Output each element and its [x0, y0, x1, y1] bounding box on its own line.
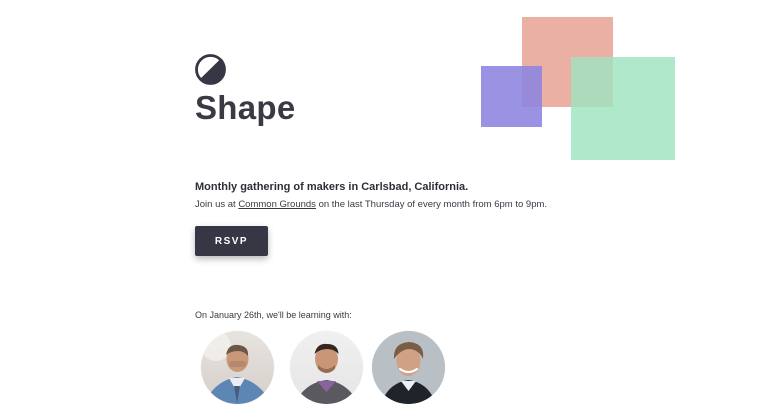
speaker-photo: [297, 343, 356, 404]
brand-title: Shape: [195, 89, 296, 126]
venue-link[interactable]: Common Grounds: [238, 199, 316, 210]
speaker-card: [201, 331, 274, 412]
speaker-avatar: [290, 331, 363, 404]
speaker-photo: [372, 331, 445, 404]
speakers-intro: On January 26th, we'll be learning with:: [195, 310, 352, 320]
decorative-green-square: [571, 57, 675, 160]
speaker-avatar: [372, 331, 445, 404]
speaker-card: [290, 331, 363, 412]
shape-logo-icon: [195, 54, 226, 85]
landing-page: Shape Monthly gathering of makers in Car…: [0, 0, 780, 412]
speaker-card: [372, 331, 445, 412]
speakers-list: [201, 331, 461, 412]
event-tagline: Monthly gathering of makers in Carlsbad,…: [195, 181, 469, 193]
speaker-avatar: [201, 331, 274, 404]
event-details-prefix: Join us at: [195, 199, 239, 210]
event-details-suffix: on the last Thursday of every month from…: [315, 199, 548, 210]
decorative-blue-square: [481, 66, 542, 127]
speaker-photo: [201, 331, 266, 404]
event-details: Join us at Common Grounds on the last Th…: [195, 199, 547, 210]
rsvp-button[interactable]: RSVP: [195, 226, 268, 256]
